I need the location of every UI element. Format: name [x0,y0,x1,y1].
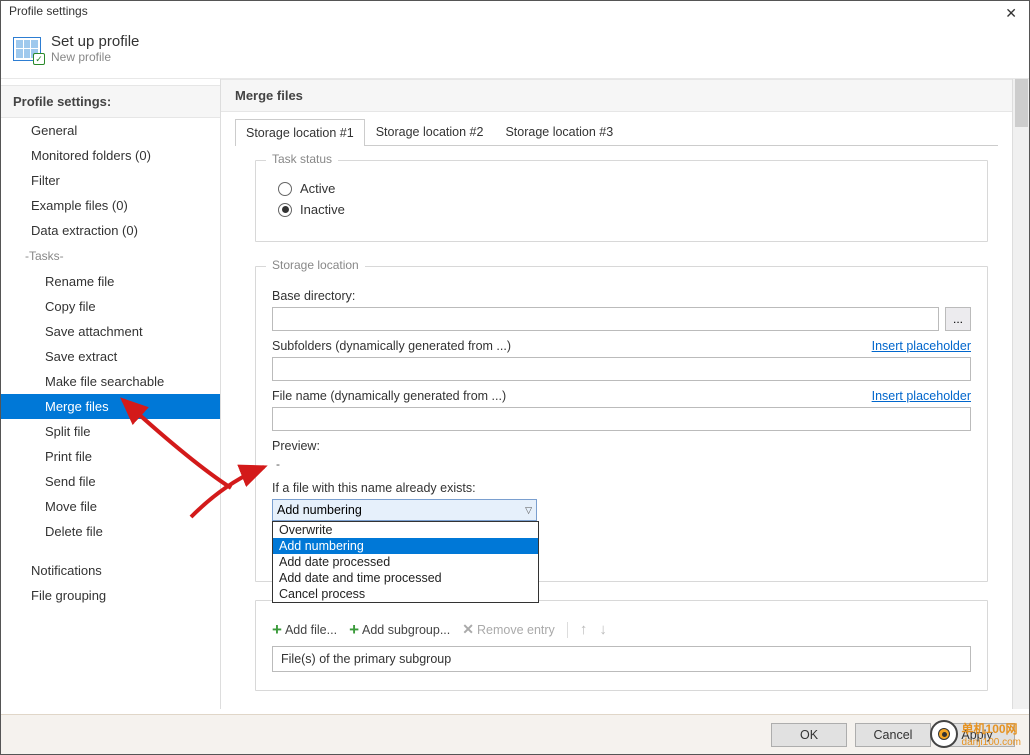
sidebar-item-merge[interactable]: Merge files [1,394,220,419]
files-group: +Add file... +Add subgroup... ✕Remove en… [255,600,988,691]
panel-title: Merge files [221,79,1012,112]
filename-input[interactable] [272,407,971,431]
move-up-icon: ↑ [580,621,588,638]
opt-add-numbering[interactable]: Add numbering [273,538,538,554]
file-list[interactable]: File(s) of the primary subgroup [272,646,971,672]
tab-storage-3[interactable]: Storage location #3 [494,118,624,145]
sidebar-item-delete[interactable]: Delete file [1,519,220,544]
exists-dropdown: Overwrite Add numbering Add date process… [272,521,539,603]
base-dir-label: Base directory: [272,289,355,303]
storage-group: Storage location Base directory: ... Sub… [255,266,988,582]
plus-icon: + [349,623,359,637]
header-subtitle: New profile [51,50,139,64]
add-subgroup-button[interactable]: +Add subgroup... [349,623,450,637]
sidebar-item-monitored[interactable]: Monitored folders (0) [1,143,220,168]
sidebar-item-filter[interactable]: Filter [1,168,220,193]
sidebar-item-save-attachment[interactable]: Save attachment [1,319,220,344]
sidebar-item-send[interactable]: Send file [1,469,220,494]
sidebar-item-examples[interactable]: Example files (0) [1,193,220,218]
browse-button[interactable]: ... [945,307,971,331]
plus-icon: + [272,623,282,637]
insert-placeholder-link[interactable]: Insert placeholder [872,339,971,353]
header: ✓ Set up profile New profile [1,27,1029,79]
chevron-down-icon: ▽ [525,505,532,516]
sidebar-item-grouping[interactable]: File grouping [1,583,220,608]
profile-icon: ✓ [13,37,41,61]
sidebar-item-notifications[interactable]: Notifications [1,558,220,583]
preview-label: Preview: [272,439,320,453]
tab-storage-2[interactable]: Storage location #2 [365,118,495,145]
x-icon: ✕ [462,621,474,638]
move-down-icon: ↓ [599,621,607,638]
radio-label-inactive: Inactive [300,202,345,217]
add-file-button[interactable]: +Add file... [272,623,337,637]
sidebar-item-copy[interactable]: Copy file [1,294,220,319]
base-dir-input[interactable] [272,307,939,331]
radio-active[interactable]: Active [278,181,965,196]
remove-entry-button: ✕Remove entry [462,621,555,638]
tasks-separator: -Tasks- [1,243,220,269]
sidebar-title: Profile settings: [1,85,220,118]
sidebar-item-save-extract[interactable]: Save extract [1,344,220,369]
opt-add-date[interactable]: Add date processed [273,554,538,570]
exists-value: Add numbering [277,503,362,517]
watermark-icon [930,720,958,748]
radio-inactive[interactable]: Inactive [278,202,965,217]
opt-overwrite[interactable]: Overwrite [273,522,538,538]
sidebar-item-print[interactable]: Print file [1,444,220,469]
window-title: Profile settings [9,4,88,18]
scrollbar-thumb[interactable] [1015,79,1028,127]
tab-storage-1[interactable]: Storage location #1 [235,119,365,146]
exists-label: If a file with this name already exists: [272,481,476,495]
sidebar-item-general[interactable]: General [1,118,220,143]
cancel-button[interactable]: Cancel [855,723,931,747]
header-title: Set up profile [51,33,139,50]
sidebar-item-move[interactable]: Move file [1,494,220,519]
tabs: Storage location #1 Storage location #2 … [235,118,998,146]
insert-placeholder-link-2[interactable]: Insert placeholder [872,389,971,403]
subfolders-label: Subfolders (dynamically generated from .… [272,339,511,353]
task-status-group: Task status Active Inactive [255,160,988,242]
watermark: 单机100网 danji100.com [930,720,1021,748]
sidebar-item-extraction[interactable]: Data extraction (0) [1,218,220,243]
sidebar-item-searchable[interactable]: Make file searchable [1,369,220,394]
sidebar-item-rename[interactable]: Rename file [1,269,220,294]
ok-button[interactable]: OK [771,723,847,747]
opt-cancel[interactable]: Cancel process [273,586,538,602]
filename-label: File name (dynamically generated from ..… [272,389,506,403]
radio-icon [278,182,292,196]
preview-value: - [276,457,971,471]
subfolders-input[interactable] [272,357,971,381]
radio-label-active: Active [300,181,335,196]
footer: OK Cancel Apply [1,714,1029,754]
storage-legend: Storage location [266,258,365,272]
watermark-url: danji100.com [962,737,1021,748]
vertical-scrollbar[interactable] [1012,79,1029,709]
watermark-text: 单机100网 [962,720,1021,737]
close-icon[interactable]: ✕ [999,4,1023,22]
opt-add-datetime[interactable]: Add date and time processed [273,570,538,586]
sidebar: Profile settings: General Monitored fold… [1,79,221,709]
task-status-legend: Task status [266,152,338,166]
radio-icon [278,203,292,217]
sidebar-item-split[interactable]: Split file [1,419,220,444]
exists-combo[interactable]: Add numbering ▽ Overwrite Add numbering … [272,499,537,521]
